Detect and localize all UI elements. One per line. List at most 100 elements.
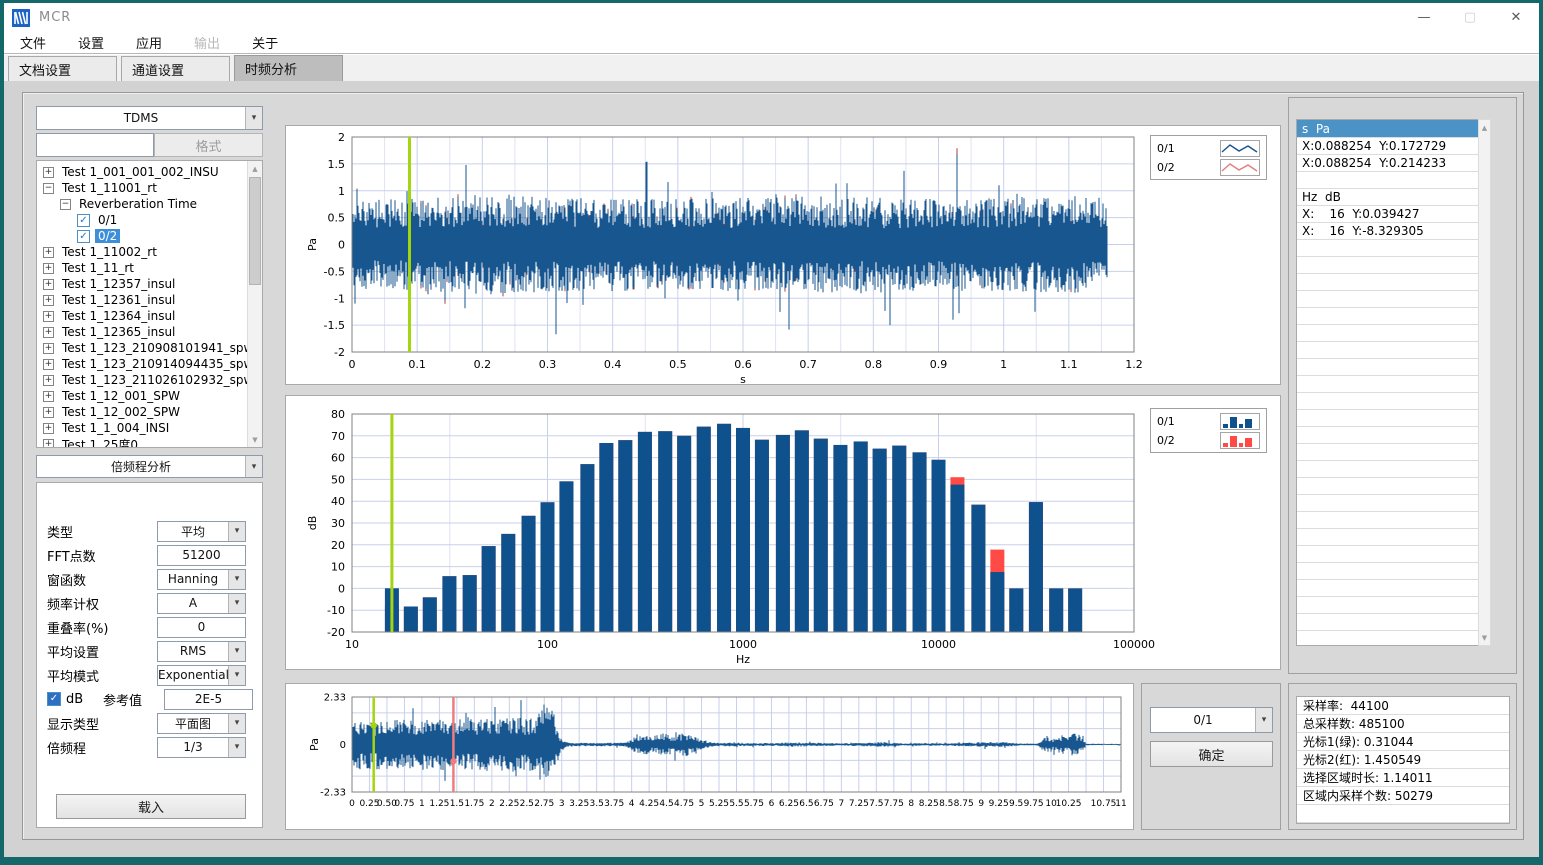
- confirm-button[interactable]: 确定: [1150, 741, 1273, 767]
- tree-item[interactable]: +Test 1_123_211026102932_spw: [37, 372, 262, 388]
- tree-item[interactable]: +Test 1_123_210914094435_spw: [37, 356, 262, 372]
- filter-input[interactable]: [36, 133, 154, 157]
- expand-plus-icon[interactable]: +: [43, 439, 54, 449]
- tree-item[interactable]: ✓0/2: [37, 228, 262, 244]
- file-format-select[interactable]: TDMS ▾: [36, 106, 263, 130]
- waveform-chart[interactable]: 21.510.50-0.5-1-1.5-200.10.20.30.40.50.6…: [286, 126, 1282, 386]
- form-select-2[interactable]: Hanning▾: [157, 569, 246, 590]
- cursor-readout-row[interactable]: [1297, 291, 1478, 308]
- form-input-4[interactable]: [157, 617, 246, 638]
- expand-plus-icon[interactable]: +: [43, 359, 54, 370]
- close-button[interactable]: ✕: [1493, 3, 1539, 32]
- cursor-readout-row[interactable]: [1297, 308, 1478, 325]
- expand-plus-icon[interactable]: +: [43, 247, 54, 258]
- checkbox-checked-icon[interactable]: ✓: [47, 692, 61, 706]
- collapse-minus-icon[interactable]: −: [60, 199, 71, 210]
- cursor-readout-row[interactable]: Hz dB: [1297, 189, 1478, 206]
- form-select-6[interactable]: Exponential▾: [157, 665, 246, 686]
- tab-2[interactable]: 时频分析: [234, 55, 343, 81]
- checkbox-checked-icon[interactable]: ✓: [77, 214, 90, 227]
- scroll-up-icon[interactable]: ▲: [1479, 120, 1490, 135]
- reference-value-input[interactable]: [164, 689, 253, 710]
- cursor-readout-row[interactable]: [1297, 512, 1478, 529]
- cursor-readout-row[interactable]: X:0.088254 Y:0.172729: [1297, 138, 1478, 155]
- readout-scrollbar[interactable]: ▲ ▼: [1478, 119, 1491, 646]
- scroll-down-icon[interactable]: ▼: [1479, 630, 1490, 645]
- tree-scrollbar-thumb[interactable]: [249, 177, 261, 285]
- cursor-readout-row[interactable]: [1297, 461, 1478, 478]
- cursor-readout-row[interactable]: X:0.088254 Y:0.214233: [1297, 155, 1478, 172]
- form-select-0[interactable]: 平均▾: [157, 521, 246, 542]
- tab-0[interactable]: 文档设置: [8, 56, 117, 81]
- cursor-readout-row[interactable]: [1297, 478, 1478, 495]
- octave-spectrum-chart[interactable]: 80706050403020100-10-2010100100010000100…: [286, 396, 1282, 671]
- checkbox-checked-icon[interactable]: ✓: [77, 230, 90, 243]
- cursor-readout-row[interactable]: [1297, 359, 1478, 376]
- cursor-readout-row[interactable]: [1297, 393, 1478, 410]
- cursor-readout-row[interactable]: X: 16 Y:-8.329305: [1297, 223, 1478, 240]
- cursor-readout-row[interactable]: [1297, 376, 1478, 393]
- cursor-readout-row[interactable]: [1297, 325, 1478, 342]
- tree-item[interactable]: +Test 1_12361_insul: [37, 292, 262, 308]
- cursor-readout-row[interactable]: [1297, 427, 1478, 444]
- cursor-readout-row[interactable]: [1297, 614, 1478, 631]
- tree-item[interactable]: +Test 1_12364_insul: [37, 308, 262, 324]
- expand-plus-icon[interactable]: +: [43, 279, 54, 290]
- expand-plus-icon[interactable]: +: [43, 327, 54, 338]
- tree-item[interactable]: +Test 1_12_002_SPW: [37, 404, 262, 420]
- expand-plus-icon[interactable]: +: [43, 295, 54, 306]
- cursor-readout-row[interactable]: [1297, 172, 1478, 189]
- cursor-readout-row[interactable]: [1297, 240, 1478, 257]
- cursor-readout-row[interactable]: [1297, 529, 1478, 546]
- cursor-readout-row[interactable]: [1297, 563, 1478, 580]
- form-select-9[interactable]: 1/3▾: [157, 737, 246, 758]
- tree-item[interactable]: +Test 1_12_001_SPW: [37, 388, 262, 404]
- form-select-8[interactable]: 平面图▾: [157, 713, 246, 734]
- cursor-readout-row[interactable]: [1297, 580, 1478, 597]
- menu-item-2[interactable]: 应用: [120, 33, 178, 52]
- menu-item-4[interactable]: 关于: [236, 33, 294, 52]
- cursor-readout-row[interactable]: [1297, 597, 1478, 614]
- tree-item[interactable]: −Reverberation Time: [37, 196, 262, 212]
- cursor-readout-row[interactable]: X: 16 Y:0.039427: [1297, 206, 1478, 223]
- expand-plus-icon[interactable]: +: [43, 263, 54, 274]
- tree-item[interactable]: +Test 1_1_004_INSI: [37, 420, 262, 436]
- tree-item[interactable]: +Test 1_12365_insul: [37, 324, 262, 340]
- tree-scrollbar[interactable]: ▲ ▼: [247, 161, 262, 447]
- form-select-3[interactable]: A▾: [157, 593, 246, 614]
- tree-item[interactable]: +Test 1_11_rt: [37, 260, 262, 276]
- cursor-readout-row[interactable]: [1297, 444, 1478, 461]
- cursor-readout-row[interactable]: [1297, 342, 1478, 359]
- analysis-type-select[interactable]: 倍频程分析 ▾: [36, 455, 263, 478]
- cursor-readout-row[interactable]: [1297, 257, 1478, 274]
- expand-plus-icon[interactable]: +: [43, 375, 54, 386]
- collapse-minus-icon[interactable]: −: [43, 183, 54, 194]
- cursor-readout-row[interactable]: [1297, 410, 1478, 427]
- scroll-down-icon[interactable]: ▼: [248, 432, 262, 447]
- tree-item[interactable]: ✓0/1: [37, 212, 262, 228]
- maximize-button[interactable]: ▢: [1447, 3, 1493, 32]
- overview-waveform-chart[interactable]: 2.330-2.3300.250.500.7511.251.51.7522.25…: [286, 684, 1135, 831]
- channel-select[interactable]: 0/1 ▾: [1150, 707, 1273, 733]
- tree-item[interactable]: +Test 1_11002_rt: [37, 244, 262, 260]
- expand-plus-icon[interactable]: +: [43, 343, 54, 354]
- readout-header[interactable]: s Pa: [1297, 120, 1478, 138]
- form-input-1[interactable]: [157, 545, 246, 566]
- tree-item[interactable]: +Test 1_001_001_002_INSU: [37, 164, 262, 180]
- expand-plus-icon[interactable]: +: [43, 391, 54, 402]
- expand-plus-icon[interactable]: +: [43, 423, 54, 434]
- format-button[interactable]: 格式: [154, 133, 263, 157]
- form-select-5[interactable]: RMS▾: [157, 641, 246, 662]
- tree-item[interactable]: −Test 1_11001_rt: [37, 180, 262, 196]
- cursor-readout-row[interactable]: [1297, 495, 1478, 512]
- menu-item-1[interactable]: 设置: [62, 33, 120, 52]
- tree-item[interactable]: +Test 1_123_210908101941_spw: [37, 340, 262, 356]
- tree-item[interactable]: +Test 1_25度0: [37, 436, 262, 448]
- expand-plus-icon[interactable]: +: [43, 311, 54, 322]
- expand-plus-icon[interactable]: +: [43, 167, 54, 178]
- load-button[interactable]: 载入: [56, 794, 246, 819]
- minimize-button[interactable]: —: [1401, 3, 1447, 32]
- expand-plus-icon[interactable]: +: [43, 407, 54, 418]
- cursor-readout-row[interactable]: [1297, 274, 1478, 291]
- tab-1[interactable]: 通道设置: [121, 56, 230, 81]
